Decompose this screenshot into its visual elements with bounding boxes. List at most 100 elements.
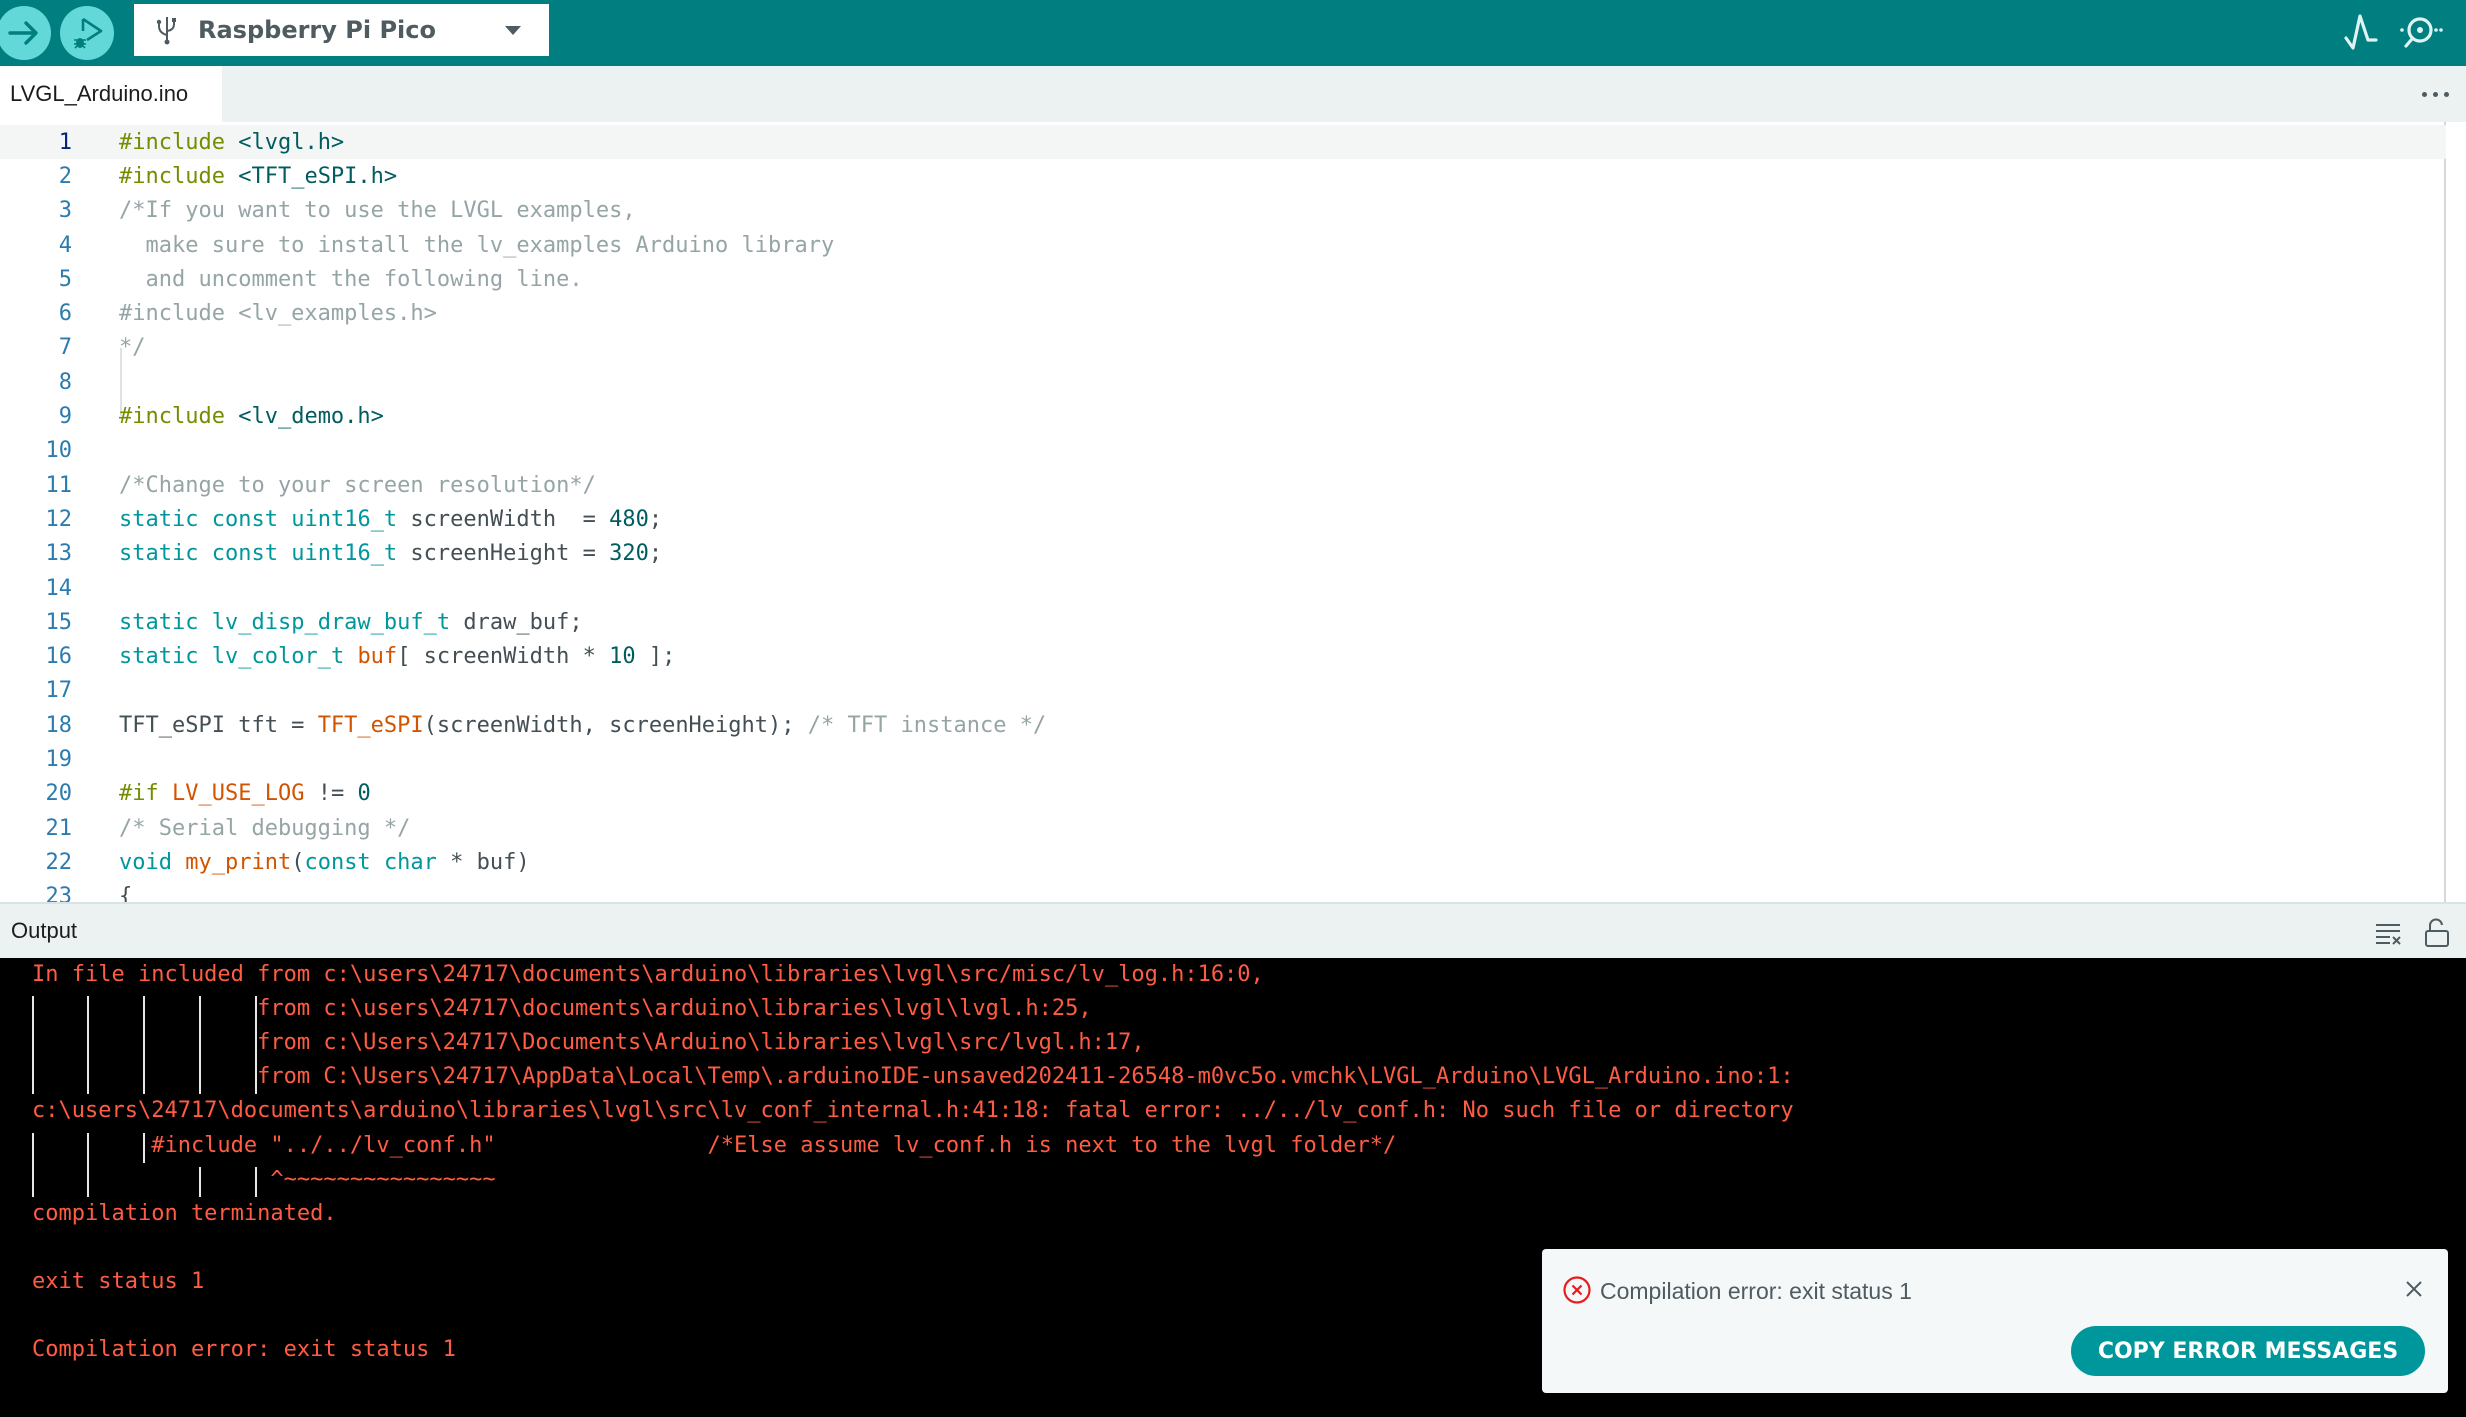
code-line[interactable]: 6 #include <lv_examples.h> [0,297,2446,331]
code-token: TFT_eSPI [317,712,424,738]
toolbar: Raspberry Pi Pico [0,0,2466,66]
code-text: { [119,884,132,902]
code-token: #include <lv_examples.h> [119,301,437,327]
code-token: != [304,781,358,807]
serial-monitor-icon[interactable] [2398,10,2444,56]
more-options-button[interactable] [2422,84,2454,104]
line-number: 13 [45,541,73,567]
code-line[interactable]: 7 */ [0,331,2446,365]
code-line[interactable]: 10 [0,434,2446,468]
code-line[interactable]: 21 /* Serial debugging */ [0,811,2446,845]
code-text: #include <lv_demo.h> [119,404,384,429]
code-line[interactable]: 18 TFT_eSPI tft = TFT_eSPI(screenWidth, s… [0,708,2446,742]
code-token: (screenWidth, screenHeight); [423,712,808,738]
code-token: <lv_demo.h> [238,404,384,430]
code-text: /*Change to your screen resolution*/ [119,473,596,498]
indent-guide [87,1132,89,1197]
output-line: compilation terminated. [32,1200,337,1226]
board-selector[interactable]: Raspberry Pi Pico [134,4,549,56]
code-line[interactable]: 13 static const uint16_t screenHeight = 3… [0,537,2446,571]
code-token: ; [648,541,663,567]
code-line[interactable]: 22 void my_print(const char * buf) [0,845,2446,879]
code-token: and uncomment the following line. [119,266,583,292]
code-token: screenHeight = [397,541,610,567]
code-text: /*If you want to use the LVGL examples, [119,198,636,223]
code-token: */ [119,335,146,361]
serial-plotter-icon[interactable] [2340,10,2386,56]
tab-lvgl-arduino-ino[interactable]: LVGL_Arduino.ino [0,66,222,122]
code-token: /*Change to your screen resolution*/ [119,472,596,498]
close-icon[interactable] [2400,1275,2428,1303]
code-line[interactable]: 20 #if LV_USE_LOG != 0 [0,777,2446,811]
code-token: uint16_t [291,506,398,532]
code-line[interactable]: 3 /*If you want to use the LVGL examples, [0,194,2446,228]
indent-guide [87,996,89,1095]
code-token: <TFT_eSPI.h> [238,163,398,189]
line-number: 11 [45,472,73,498]
code-line[interactable]: 15 static lv_disp_draw_buf_t draw_buf; [0,605,2446,639]
code-token: 320 [609,541,649,567]
code-token: lv_disp_draw_buf_t [211,609,451,635]
code-token: #include [119,163,225,189]
code-token: #include [119,129,225,155]
output-line: In file included from c:\users\24717\doc… [32,962,1264,987]
code-token: static [119,506,199,532]
line-number: 9 [58,404,72,430]
code-line[interactable]: 8 [0,365,2446,399]
indent-guide [32,1132,34,1197]
code-text: and uncomment the following line. [119,266,583,292]
line-number: 21 [45,815,73,841]
line-number: 7 [58,335,72,361]
code-line[interactable]: 1 #include <lvgl.h> [0,125,2446,160]
code-token: draw_buf; [450,609,583,635]
output-panel-header: Output [0,902,2466,958]
output-title: Output [11,918,78,943]
code-token: lv_color_t [211,644,345,670]
clear-output-icon[interactable] [2372,916,2406,950]
code-token: 10 [609,644,636,670]
line-number: 23 [45,884,73,902]
copy-error-messages-button[interactable]: COPY ERROR MESSAGES [2071,1326,2425,1376]
code-editor[interactable]: 1 #include <lvgl.h> 2 #include <TFT_eSPI.h>… [0,122,2466,902]
line-number: 22 [45,849,73,875]
code-line[interactable]: 17 [0,674,2446,708]
code-text: static lv_disp_draw_buf_t draw_buf; [119,610,583,635]
debug-button[interactable] [60,6,114,60]
tab-label: LVGL_Arduino.ino [10,81,189,106]
line-number: 14 [45,575,73,601]
code-token: static [119,644,199,670]
code-line[interactable]: 19 [0,742,2446,776]
arrow-right-icon [8,21,38,45]
code-token: { [119,884,133,902]
code-line[interactable]: 16 static lv_color_t buf[ screenWidth * 1… [0,640,2446,674]
line-number: 5 [58,266,72,292]
error-notification: Compilation error: exit status 1 COPY ER… [1542,1249,2448,1393]
code-token: LV_USE_LOG [172,781,305,807]
code-line[interactable]: 9 #include <lv_demo.h> [0,399,2446,433]
code-text: static const uint16_t screenWidth = 480; [119,507,662,532]
code-line[interactable]: 5 and uncomment the following line. [0,262,2446,296]
line-number: 17 [45,678,73,704]
code-token: /* TFT instance */ [807,712,1047,738]
code-line[interactable]: 4 make sure to install the lv_examples A… [0,228,2446,262]
verify-upload-button[interactable] [0,6,51,60]
code-line[interactable]: 23 { [0,880,2446,902]
editor-tab-bar: LVGL_Arduino.ino [0,66,2466,122]
code-line[interactable]: 11 /*Change to your screen resolution*/ [0,468,2446,502]
code-line[interactable]: 2 #include <TFT_eSPI.h> [0,159,2446,193]
scroll-lock-icon[interactable] [2420,916,2454,950]
code-token: #if [119,781,159,807]
code-line[interactable]: 14 [0,571,2446,605]
code-text: TFT_eSPI tft = TFT_eSPI(screenWidth, scr… [119,713,1046,738]
output-line: ^~~~~~~~~~~~~~~~~ [32,1166,496,1192]
code-token: ]; [635,644,676,670]
code-line[interactable]: 12 static const uint16_t screenWidth = 48… [0,502,2446,536]
